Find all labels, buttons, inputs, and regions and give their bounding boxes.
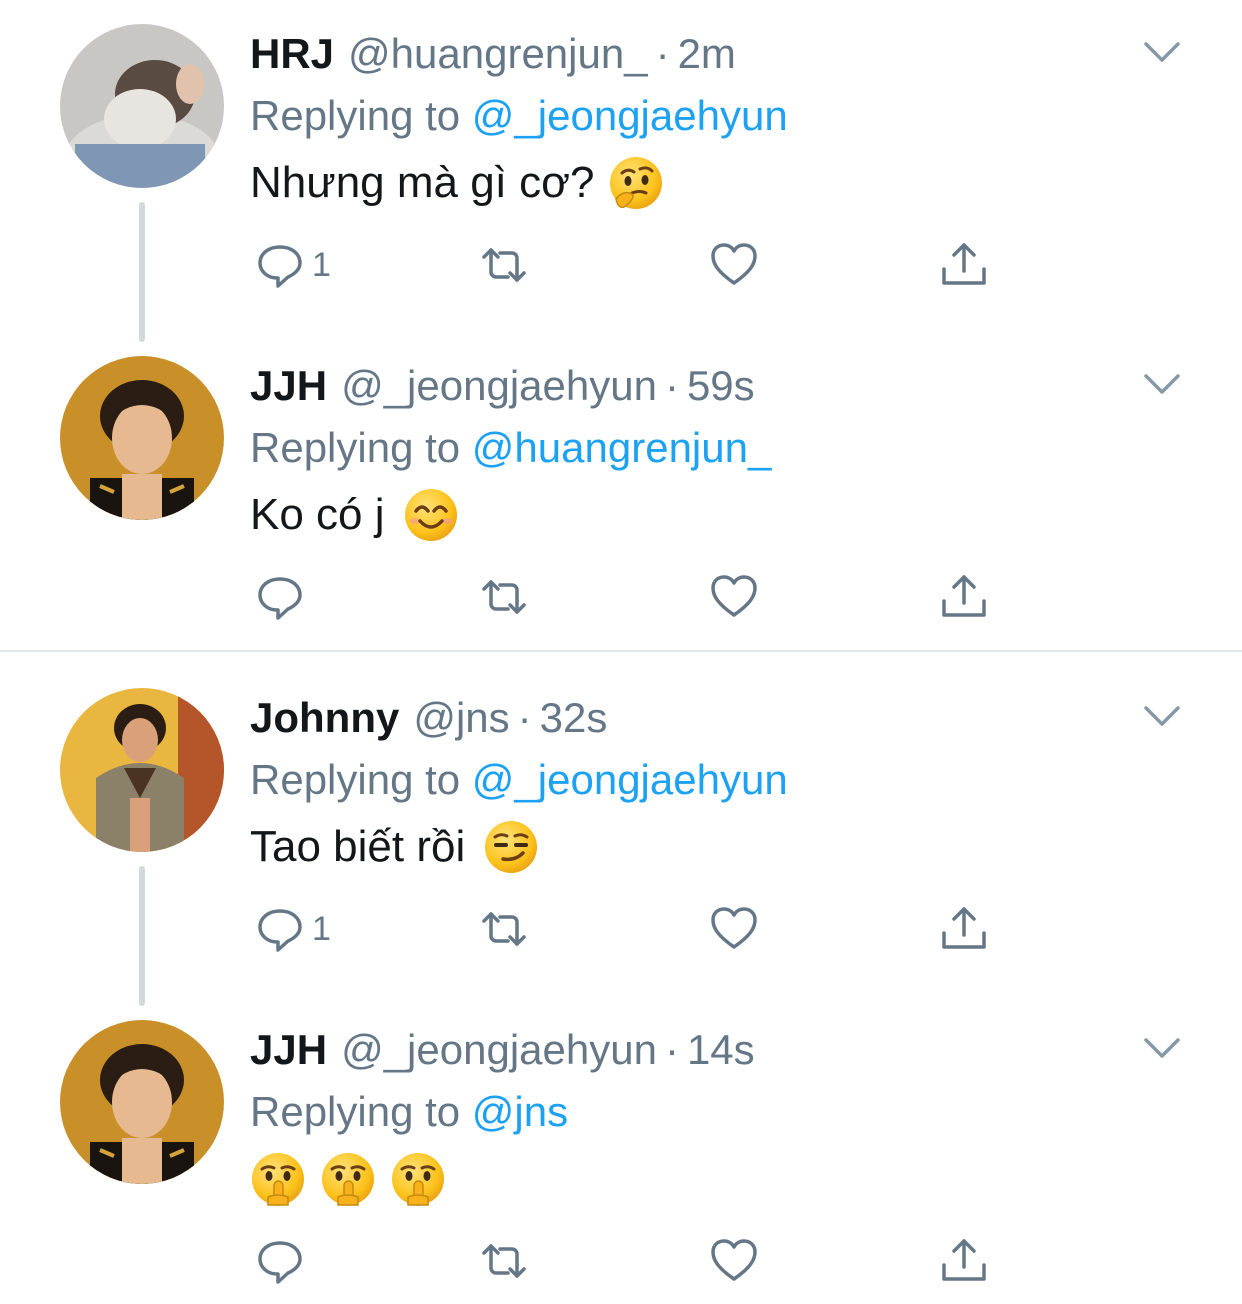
reply-icon [254, 903, 306, 955]
display-name[interactable]: Johnny [250, 688, 399, 748]
reply-button[interactable] [254, 1232, 312, 1290]
like-button[interactable] [708, 1232, 760, 1290]
replying-to: Replying to @_jeongjaehyun [250, 86, 788, 146]
like-icon [708, 1235, 760, 1287]
reply-button[interactable] [254, 568, 312, 626]
tweet-text [250, 1146, 446, 1212]
tweet-feed: HRJ @huangrenjun_ · 2m Replying to @_jeo… [0, 0, 1242, 1304]
timestamp[interactable]: 2m [678, 24, 736, 84]
chevron-down-icon[interactable] [1142, 372, 1182, 396]
user-handle[interactable]: @_jeongjaehyun [341, 1020, 657, 1080]
display-name[interactable]: JJH [250, 1020, 327, 1080]
replying-label: Replying to [250, 92, 461, 139]
replying-to: Replying to @huangrenjun_ [250, 418, 771, 478]
avatar-hrj[interactable] [60, 24, 224, 188]
like-button[interactable] [708, 568, 760, 626]
thread-line [139, 202, 145, 342]
replying-to: Replying to @_jeongjaehyun [250, 750, 788, 810]
tweet-header: Johnny @jns · 32s [250, 688, 607, 748]
shushing-face-emoji [250, 1151, 306, 1207]
like-button[interactable] [708, 236, 760, 294]
tweet-card[interactable]: JJH @_jeongjaehyun · 14s Replying to @jn… [0, 1020, 1242, 1304]
share-button[interactable] [938, 568, 990, 626]
retweet-button[interactable] [478, 1232, 530, 1290]
chevron-down-icon[interactable] [1142, 704, 1182, 728]
chevron-down-icon[interactable] [1142, 1036, 1182, 1060]
tweet-text: Ko có j [250, 482, 459, 548]
mention-link[interactable]: @jns [472, 1088, 568, 1135]
share-button[interactable] [938, 900, 990, 958]
tweet-body-text: Ko có j [250, 490, 385, 539]
tweet-card[interactable]: JJH @_jeongjaehyun · 59s Replying to @hu… [0, 356, 1242, 646]
display-name[interactable]: HRJ [250, 24, 334, 84]
tweet-text: Tao biết rồi [250, 814, 539, 880]
reply-button[interactable]: 1 [254, 236, 331, 294]
chevron-down-icon[interactable] [1142, 40, 1182, 64]
avatar-jjh[interactable] [60, 356, 224, 520]
tweet-card[interactable]: Johnny @jns · 32s Replying to @_jeongjae… [0, 688, 1242, 1006]
smirking-face-emoji [483, 819, 539, 875]
share-button[interactable] [938, 1232, 990, 1290]
retweet-icon [478, 571, 530, 623]
share-icon [938, 903, 990, 955]
thread-separator [0, 650, 1242, 652]
reply-icon [254, 1235, 306, 1287]
thread-line [139, 866, 145, 1006]
reply-icon [254, 239, 306, 291]
avatar-jjh[interactable] [60, 1020, 224, 1184]
timestamp[interactable]: 32s [540, 688, 608, 748]
timestamp[interactable]: 14s [687, 1020, 755, 1080]
shushing-face-emoji [390, 1151, 446, 1207]
shushing-face-emoji [320, 1151, 376, 1207]
replying-label: Replying to [250, 1088, 461, 1135]
tweet-actions [250, 1232, 1010, 1290]
tweet-header: JJH @_jeongjaehyun · 59s [250, 356, 755, 416]
retweet-icon [478, 903, 530, 955]
separator-dot: · [655, 30, 670, 77]
retweet-button[interactable] [478, 236, 530, 294]
separator-dot: · [517, 694, 532, 741]
share-icon [938, 239, 990, 291]
like-icon [708, 239, 760, 291]
thinking-face-emoji [608, 155, 664, 211]
display-name[interactable]: JJH [250, 356, 327, 416]
user-handle[interactable]: @huangrenjun_ [348, 24, 648, 84]
tweet-card[interactable]: HRJ @huangrenjun_ · 2m Replying to @_jeo… [0, 24, 1242, 342]
replying-label: Replying to [250, 424, 461, 471]
like-icon [708, 571, 760, 623]
separator-dot: · [664, 362, 679, 409]
mention-link[interactable]: @_jeongjaehyun [472, 756, 788, 803]
replying-label: Replying to [250, 756, 461, 803]
smiling-face-emoji [403, 487, 459, 543]
retweet-button[interactable] [478, 568, 530, 626]
user-handle[interactable]: @_jeongjaehyun [341, 356, 657, 416]
user-handle[interactable]: @jns [413, 688, 509, 748]
tweet-header: JJH @_jeongjaehyun · 14s [250, 1020, 755, 1080]
replying-to: Replying to @jns [250, 1082, 568, 1142]
like-button[interactable] [708, 900, 760, 958]
share-icon [938, 571, 990, 623]
share-button[interactable] [938, 236, 990, 294]
mention-link[interactable]: @_jeongjaehyun [472, 92, 788, 139]
retweet-icon [478, 1235, 530, 1287]
retweet-button[interactable] [478, 900, 530, 958]
separator-dot: · [664, 1026, 679, 1073]
timestamp[interactable]: 59s [687, 356, 755, 416]
reply-count: 1 [312, 245, 331, 284]
reply-icon [254, 571, 306, 623]
tweet-actions: 1 [250, 236, 1010, 294]
tweet-text: Nhưng mà gì cơ? [250, 150, 664, 216]
tweet-body-text: Nhưng mà gì cơ? [250, 158, 595, 207]
share-icon [938, 1235, 990, 1287]
tweet-actions: 1 [250, 900, 1010, 958]
tweet-header: HRJ @huangrenjun_ · 2m [250, 24, 736, 84]
retweet-icon [478, 239, 530, 291]
mention-link[interactable]: @huangrenjun_ [472, 424, 772, 471]
tweet-body-text: Tao biết rồi [250, 822, 466, 871]
tweet-actions [250, 568, 1010, 626]
reply-button[interactable]: 1 [254, 900, 331, 958]
reply-count: 1 [312, 909, 331, 948]
avatar-johnny[interactable] [60, 688, 224, 852]
like-icon [708, 903, 760, 955]
